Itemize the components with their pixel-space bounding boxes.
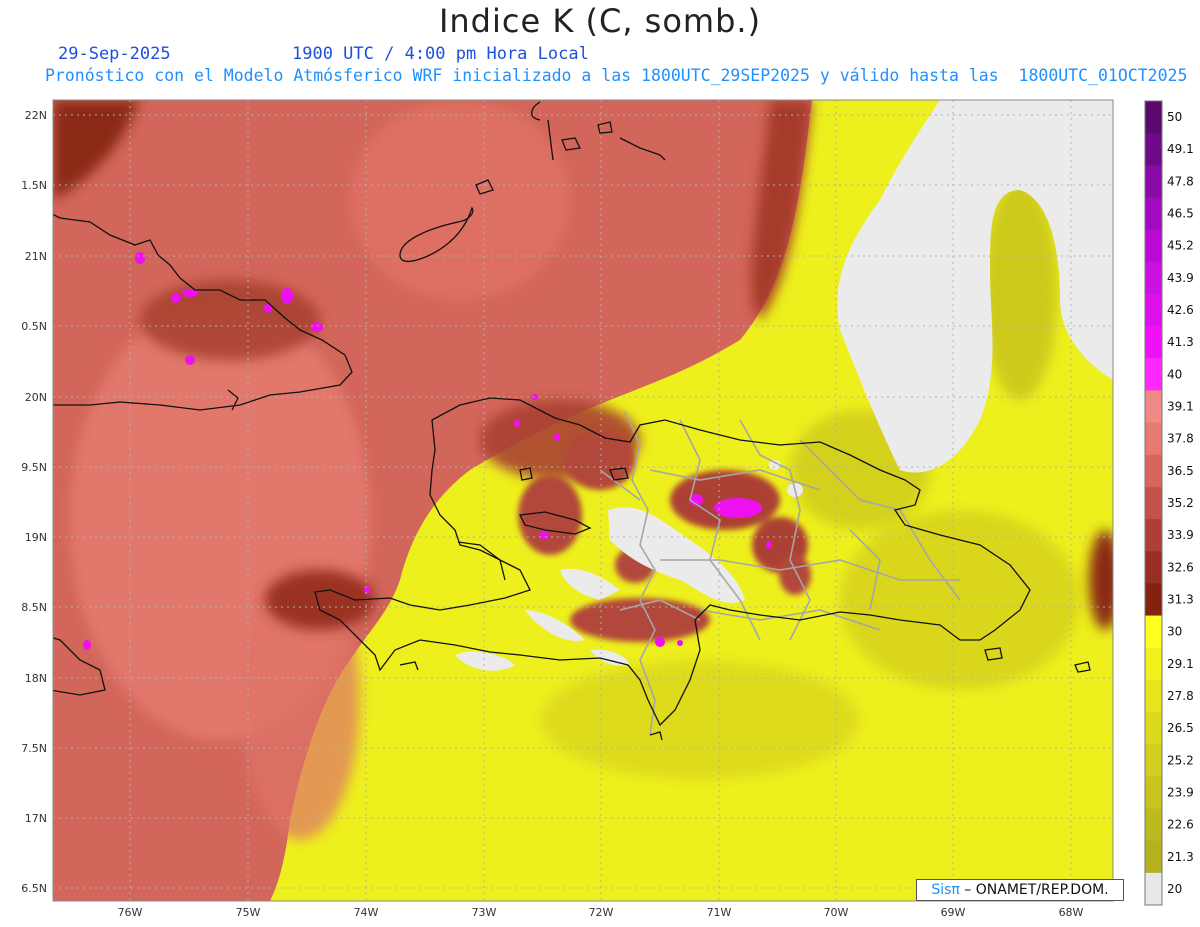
colorbar-swatch: [1145, 390, 1162, 424]
lat-label: 17N: [25, 812, 47, 825]
map-field: [53, 100, 1113, 901]
colorbar-swatch: [1145, 422, 1162, 456]
lon-label: 72W: [589, 906, 614, 919]
colorbar-swatch: [1145, 744, 1162, 777]
sispi-logo-text: Sisπ: [931, 882, 960, 898]
colorbar-label: 37.8: [1167, 432, 1194, 446]
colorbar-label: 36.5: [1167, 464, 1194, 478]
colorbar-label: 26.5: [1167, 721, 1194, 735]
colorbar-swatch: [1145, 358, 1162, 391]
k-index-map: 76W 75W 74W 73W 72W 71W 70W 69W 68W 22N …: [21, 99, 1194, 919]
colorbar-swatch: [1145, 872, 1162, 906]
colorbar-label: 46.5: [1167, 207, 1194, 221]
lat-label: 9.5N: [21, 461, 47, 474]
colorbar-swatch: [1145, 519, 1162, 552]
lat-label: 1.5N: [21, 179, 47, 192]
colorbar-label: 30: [1167, 625, 1182, 639]
colorbar-swatch: [1145, 840, 1162, 874]
colorbar-label: 20: [1167, 882, 1182, 896]
lat-label: 19N: [25, 531, 47, 544]
lat-label: 8.5N: [21, 601, 47, 614]
colorbar-label: 31.3: [1167, 592, 1194, 606]
lat-label: 22N: [25, 109, 47, 122]
colorbar: 50 49.1 47.8 46.5 45.2 43.9 42.6 41.3 40 39.1 37.8…: [1144, 100, 1194, 906]
colorbar-label: 22.6: [1167, 818, 1194, 832]
colorbar-label: 33.9: [1167, 528, 1194, 542]
credit-box: Sisπ – ONAMET/REP.DOM.: [916, 879, 1124, 901]
colorbar-swatch: [1145, 551, 1162, 584]
colorbar-label: 23.9: [1167, 785, 1194, 799]
colorbar-label: 50: [1167, 110, 1182, 124]
colorbar-label: 47.8: [1167, 174, 1194, 188]
colorbar-label: 49.1: [1167, 142, 1194, 156]
colorbar-swatch: [1145, 808, 1162, 842]
colorbar-swatch: [1145, 486, 1162, 520]
colorbar-swatch: [1145, 197, 1162, 231]
latitude-labels: 22N 1.5N 21N 0.5N 20N 9.5N 19N 8.5N 18N …: [21, 109, 47, 895]
colorbar-swatch: [1145, 293, 1162, 327]
colorbar-label: 32.6: [1167, 560, 1194, 574]
lat-label: 7.5N: [21, 742, 47, 755]
colorbar-swatch: [1145, 615, 1162, 649]
colorbar-swatch: [1145, 261, 1162, 295]
colorbar-swatch: [1145, 647, 1162, 681]
lon-label: 74W: [354, 906, 379, 919]
colorbar-swatch: [1145, 133, 1162, 166]
colorbar-label: 42.6: [1167, 303, 1194, 317]
colorbar-swatch: [1145, 454, 1162, 488]
lon-label: 71W: [707, 906, 732, 919]
lon-label: 70W: [824, 906, 849, 919]
credit-org: – ONAMET/REP.DOM.: [959, 882, 1109, 898]
colorbar-label: 35.2: [1167, 496, 1194, 510]
colorbar-label: 21.3: [1167, 850, 1194, 864]
lon-label: 69W: [941, 906, 966, 919]
lat-label: 20N: [25, 391, 47, 404]
colorbar-label: 43.9: [1167, 271, 1194, 285]
colorbar-swatch: [1145, 712, 1162, 745]
lat-label: 21N: [25, 250, 47, 263]
lat-label: 0.5N: [21, 320, 47, 333]
colorbar-swatch: [1145, 229, 1162, 263]
lon-label: 76W: [118, 906, 143, 919]
colorbar-swatch: [1145, 326, 1162, 359]
lon-label: 73W: [472, 906, 497, 919]
colorbar-swatch: [1145, 776, 1162, 810]
colorbar-label: 27.8: [1167, 689, 1194, 703]
lon-label: 75W: [236, 906, 261, 919]
lat-label: 18N: [25, 672, 47, 685]
colorbar-swatch: [1145, 679, 1162, 713]
colorbar-label: 45.2: [1167, 239, 1194, 253]
colorbar-swatch: [1145, 101, 1162, 134]
colorbar-swatch: [1145, 165, 1162, 198]
longitude-labels: 76W 75W 74W 73W 72W 71W 70W 69W 68W: [118, 906, 1084, 919]
colorbar-label: 25.2: [1167, 753, 1194, 767]
colorbar-swatch: [1145, 583, 1162, 617]
colorbar-label: 39.1: [1167, 400, 1194, 414]
colorbar-label: 41.3: [1167, 335, 1194, 349]
colorbar-label: 40: [1167, 367, 1182, 381]
colorbar-label: 29.1: [1167, 657, 1194, 671]
lat-label: 6.5N: [21, 882, 47, 895]
lon-label: 68W: [1059, 906, 1084, 919]
